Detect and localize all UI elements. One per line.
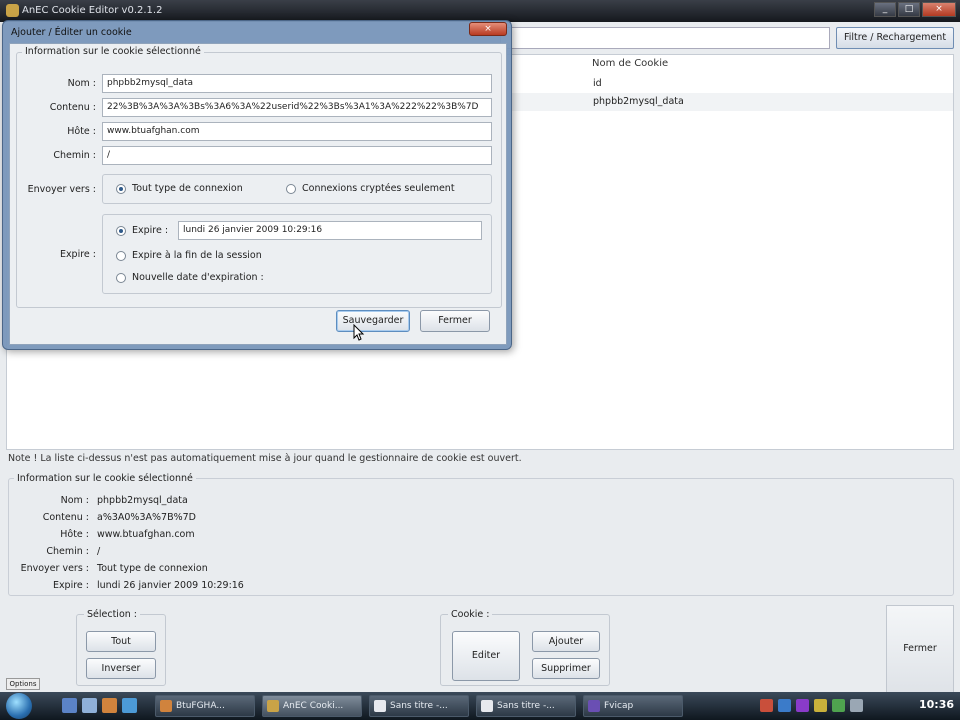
paint-icon xyxy=(481,700,493,712)
tray-language-icon[interactable] xyxy=(850,699,863,712)
dialog-close-button[interactable]: Fermer xyxy=(420,310,490,332)
taskbar-item-cookie-editor[interactable]: AnEC Cooki... xyxy=(262,695,362,717)
send-to-secure-radio[interactable] xyxy=(286,184,296,194)
expire-session-radio[interactable] xyxy=(116,251,126,261)
edit-cookie-dialog: Ajouter / Éditer un cookie × Information… xyxy=(2,20,512,350)
quicklaunch-ie-icon[interactable] xyxy=(122,698,137,713)
system-tray: 10:36 xyxy=(720,695,960,717)
info-value-host: www.btuafghan.com xyxy=(97,529,195,540)
send-to-all-label[interactable]: Tout type de connexion xyxy=(132,183,243,194)
quicklaunch-explorer-icon[interactable] xyxy=(82,698,97,713)
tray-antivirus-icon[interactable] xyxy=(760,699,773,712)
tray-network-icon[interactable] xyxy=(778,699,791,712)
content-input[interactable]: 22%3B%3A%3A%3Bs%3A6%3A%22userid%22%3Bs%3… xyxy=(102,98,492,117)
list-item-name: phpbb2mysql_data xyxy=(593,96,684,107)
taskbar: BtuFGHA... AnEC Cooki... Sans titre -...… xyxy=(0,692,960,720)
firefox-icon xyxy=(160,700,172,712)
info-label-host: Hôte : xyxy=(60,529,89,540)
mouse-cursor-icon xyxy=(353,324,365,341)
maximize-button[interactable]: □ xyxy=(898,2,920,17)
tray-security-icon[interactable] xyxy=(814,699,827,712)
info-section-title: Information sur le cookie sélectionné xyxy=(14,473,196,484)
list-update-note: Note ! La liste ci-dessus n'est pas auto… xyxy=(8,453,522,464)
cookie-editor-icon xyxy=(267,700,279,712)
info-label-send-to: Envoyer vers : xyxy=(20,563,89,574)
invert-selection-button[interactable]: Inverser xyxy=(86,658,156,679)
info-value-path: / xyxy=(97,546,101,557)
taskbar-item-label: AnEC Cooki... xyxy=(283,701,344,711)
quicklaunch-desktop-icon[interactable] xyxy=(62,698,77,713)
paint-icon xyxy=(374,700,386,712)
main-window-title: AnEC Cookie Editor v0.2.1.2 xyxy=(22,5,163,16)
clock[interactable]: 10:36 xyxy=(919,698,954,711)
cookie-group-label: Cookie : xyxy=(448,609,493,620)
info-value-content: a%3A0%3A%7B%7D xyxy=(97,512,196,523)
taskbar-item-browser[interactable]: BtuFGHA... xyxy=(155,695,255,717)
expire-new-date-radio[interactable] xyxy=(116,273,126,283)
expire-session-label[interactable]: Expire à la fin de la session xyxy=(132,250,262,261)
filter-reload-button[interactable]: Filtre / Rechargement xyxy=(836,27,954,49)
info-value-send-to: Tout type de connexion xyxy=(97,563,208,574)
dialog-group-title: Information sur le cookie sélectionné xyxy=(22,46,204,57)
dialog-close-icon[interactable]: × xyxy=(469,22,507,36)
selection-group-label: Sélection : xyxy=(84,609,141,620)
host-input[interactable]: www.btuafghan.com xyxy=(102,122,492,141)
dialog-body: Information sur le cookie sélectionné No… xyxy=(9,43,507,345)
expire-label: Expire : xyxy=(59,249,96,260)
taskbar-item-fvicap[interactable]: Fvicap xyxy=(583,695,683,717)
column-header-cookie-name[interactable]: Nom de Cookie xyxy=(592,58,668,69)
expire-date-input[interactable]: lundi 26 janvier 2009 10:29:16 xyxy=(178,221,482,240)
save-button[interactable]: Sauvegarder xyxy=(336,310,410,332)
close-window-button[interactable]: × xyxy=(922,2,956,17)
expire-date-label[interactable]: Expire : xyxy=(132,225,168,236)
send-to-label: Envoyer vers : xyxy=(27,184,96,195)
tray-app-icon[interactable] xyxy=(796,699,809,712)
app-cookie-icon xyxy=(6,4,19,17)
edit-cookie-button[interactable]: Editer xyxy=(452,631,520,681)
options-button[interactable]: Options xyxy=(6,678,40,690)
info-label-name: Nom : xyxy=(60,495,89,506)
info-label-path: Chemin : xyxy=(46,546,89,557)
minimize-button[interactable]: _ xyxy=(874,2,896,17)
name-label: Nom : xyxy=(67,78,96,89)
delete-cookie-button[interactable]: Supprimer xyxy=(532,658,600,679)
expire-new-date-label[interactable]: Nouvelle date d'expiration : xyxy=(132,272,264,283)
quicklaunch-firefox-icon[interactable] xyxy=(102,698,117,713)
taskbar-item-label: Sans titre -... xyxy=(497,701,555,711)
start-orb-icon[interactable] xyxy=(6,693,32,719)
send-to-all-radio[interactable] xyxy=(116,184,126,194)
info-value-expire: lundi 26 janvier 2009 10:29:16 xyxy=(97,580,244,591)
info-label-content: Contenu : xyxy=(42,512,89,523)
host-label: Hôte : xyxy=(67,126,96,137)
tray-volume-icon[interactable] xyxy=(832,699,845,712)
select-all-button[interactable]: Tout xyxy=(86,631,156,652)
dialog-title: Ajouter / Éditer un cookie xyxy=(11,27,132,38)
capture-icon xyxy=(588,700,600,712)
send-to-secure-label[interactable]: Connexions cryptées seulement xyxy=(302,183,455,194)
path-input[interactable]: / xyxy=(102,146,492,165)
content-label: Contenu : xyxy=(49,102,96,113)
taskbar-item-paint-1[interactable]: Sans titre -... xyxy=(369,695,469,717)
list-item-name: id xyxy=(593,78,602,89)
info-label-expire: Expire : xyxy=(52,580,89,591)
filter-input[interactable] xyxy=(500,27,830,49)
add-cookie-button[interactable]: Ajouter xyxy=(532,631,600,652)
name-input[interactable]: phpbb2mysql_data xyxy=(102,74,492,93)
main-titlebar: AnEC Cookie Editor v0.2.1.2 _ □ × xyxy=(0,0,960,22)
taskbar-item-label: Sans titre -... xyxy=(390,701,448,711)
taskbar-item-label: Fvicap xyxy=(604,701,634,711)
taskbar-item-label: BtuFGHA... xyxy=(176,701,225,711)
close-main-button[interactable]: Fermer xyxy=(886,605,954,693)
selected-cookie-info-group: Nom : phpbb2mysql_data Contenu : a%3A0%3… xyxy=(8,478,954,596)
expire-date-radio[interactable] xyxy=(116,226,126,236)
path-label: Chemin : xyxy=(53,150,96,161)
info-value-name: phpbb2mysql_data xyxy=(97,495,188,506)
taskbar-item-paint-2[interactable]: Sans titre -... xyxy=(476,695,576,717)
